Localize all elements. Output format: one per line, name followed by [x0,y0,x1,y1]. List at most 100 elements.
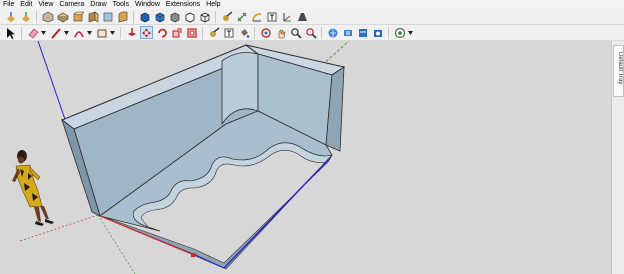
text-tool-button[interactable] [265,10,278,23]
model-viewport[interactable] [0,41,611,274]
menu-edit[interactable]: Edit [17,0,35,9]
geo-location-button[interactable] [393,26,406,39]
extension-manager-icon [373,29,382,37]
monochrome-style-button[interactable] [168,10,181,23]
zoom-button[interactable] [289,26,302,39]
dropdown-arrow[interactable] [110,26,115,39]
menu-camera[interactable]: Camera [56,0,87,9]
toolbar-separator [254,26,255,39]
right-view-button[interactable] [86,10,99,23]
menu-window[interactable]: Window [132,0,163,9]
eraser-button[interactable] [26,26,39,39]
chevron-down-icon [87,30,92,35]
rectangle-tool-button[interactable] [95,26,108,39]
offset-tool-button[interactable] [185,26,198,39]
front-view-icon [73,11,84,21]
protractor-button[interactable] [250,10,263,23]
scale-figure-person [12,150,54,226]
get-models-button[interactable] [4,10,17,23]
dimension-icon [237,12,246,21]
front-view-button[interactable] [71,10,84,23]
dropdown-arrow[interactable] [408,26,413,39]
main-tools-toolbar [0,25,624,41]
select-arrow-icon [6,27,15,39]
shaded-style-button[interactable] [138,10,151,23]
3d-text-icon [297,12,307,21]
zoom-extents-button[interactable] [304,26,317,39]
red-edge-inference [99,215,195,256]
default-tray-tab[interactable]: Default Tray [613,45,624,97]
orbit-button[interactable] [259,26,272,39]
iso-view-icon [42,11,53,22]
textured-style-button[interactable] [153,10,166,23]
dimension-button[interactable] [235,10,248,23]
text-tool-icon [267,12,276,21]
warehouse-icon [328,28,337,37]
protractor-icon [251,12,261,21]
menu-help[interactable]: Help [203,0,223,9]
menu-view[interactable]: View [35,0,56,9]
hidden-line-style-icon [185,12,194,22]
tape-measure-icon [222,11,232,21]
model-scene[interactable] [0,41,611,274]
dropdown-arrow[interactable] [87,26,92,39]
pan-button[interactable] [274,26,287,39]
zoom-icon [290,27,302,39]
paint-bucket-button[interactable] [237,26,250,39]
move-tool-button[interactable] [140,26,153,39]
axes-tool-icon [283,12,291,21]
menu-file[interactable]: File [0,0,17,9]
select-arrow-button[interactable] [4,26,17,39]
left-view-button[interactable] [116,10,129,23]
text-tool-button[interactable] [222,26,235,39]
shaded-style-icon [140,12,149,22]
line-tool-button[interactable] [49,26,62,39]
hidden-line-style-button[interactable] [183,10,196,23]
wireframe-style-button[interactable] [198,10,211,23]
rotate-tool-button[interactable] [155,26,168,39]
layout-button[interactable] [356,26,369,39]
arc-tool-button[interactable] [72,26,85,39]
toolbar-separator [215,10,216,23]
warehouse-button[interactable] [326,26,339,39]
move-tool-icon [141,27,152,38]
toolbar-separator [202,26,203,39]
endpoint-marker [191,253,195,257]
3d-text-button[interactable] [295,10,308,23]
toolbar-separator [120,26,121,39]
green-axis-dotted [97,214,136,274]
toolbar-separator [388,26,389,39]
chevron-down-icon [408,30,413,35]
tape-measure-button[interactable] [207,26,220,39]
axes-tool-button[interactable] [280,10,293,23]
scale-tool-button[interactable] [170,26,183,39]
share-model-button[interactable] [19,10,32,23]
wireframe-style-icon [200,12,209,22]
paint-bucket-icon [240,28,249,38]
extension-warehouse-button[interactable] [341,26,354,39]
default-tray[interactable]: Default Tray [611,41,624,274]
menu-draw[interactable]: Draw [87,0,109,9]
tape-measure-button[interactable] [220,10,233,23]
push-pull-icon [127,27,136,36]
menu-extensions[interactable]: Extensions [163,0,203,9]
extension-manager-button[interactable] [371,26,384,39]
zoom-extents-icon [305,27,317,39]
menu-tools[interactable]: Tools [110,0,132,9]
chevron-down-icon [64,30,69,35]
extension-warehouse-icon [343,29,352,36]
back-view-button[interactable] [101,10,114,23]
left-view-icon [118,11,127,22]
push-pull-button[interactable] [125,26,138,39]
iso-view-button[interactable] [41,10,54,23]
red-axis-dotted [19,214,99,242]
top-view-icon [56,12,69,22]
dropdown-arrow[interactable] [41,26,46,39]
rectangle-tool-icon [97,29,106,37]
chevron-down-icon [110,30,115,35]
right-view-icon [88,10,98,23]
back-view-icon [103,12,112,21]
top-view-button[interactable] [56,10,69,23]
dropdown-arrow[interactable] [64,26,69,39]
blue-edge-inference [223,157,331,269]
